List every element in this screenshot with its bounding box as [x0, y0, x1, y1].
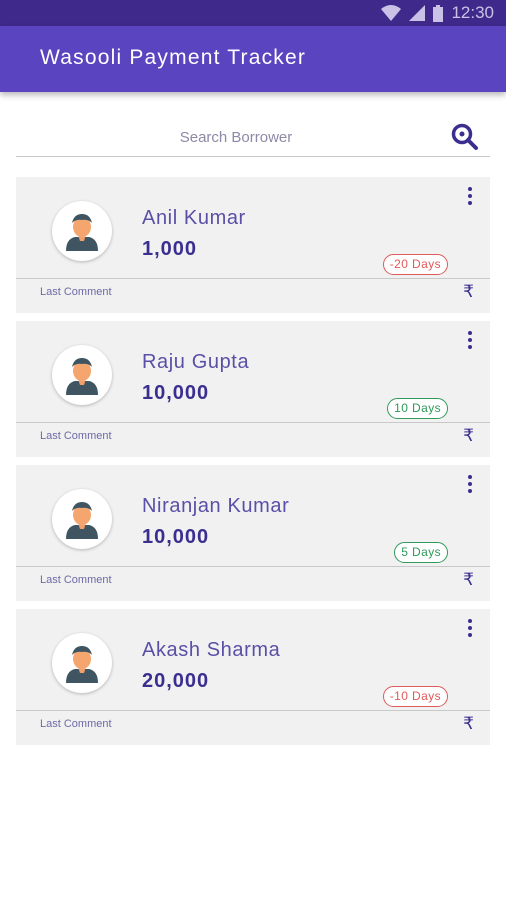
borrower-card[interactable]: Anil Kumar 1,000 -20 Days Last Comment ₹	[16, 177, 490, 313]
status-bar: 12:30	[0, 0, 506, 26]
borrower-amount: 1,000	[142, 238, 198, 260]
borrower-card-header: Anil Kumar 1,000 -20 Days	[16, 177, 490, 279]
search-input[interactable]	[16, 124, 456, 150]
status-time: 12:30	[451, 3, 494, 22]
borrower-card[interactable]: Niranjan Kumar 10,000 5 Days Last Commen…	[16, 465, 490, 601]
search-bar	[16, 118, 490, 157]
rupee-icon[interactable]: ₹	[463, 282, 474, 302]
days-badge: 10 Days	[387, 398, 448, 419]
rupee-icon[interactable]: ₹	[463, 426, 474, 446]
days-badge: 5 Days	[394, 542, 448, 563]
last-comment-label: Last Comment	[40, 574, 112, 586]
avatar	[52, 489, 112, 549]
last-comment-label: Last Comment	[40, 430, 112, 442]
borrower-card[interactable]: Akash Sharma 20,000 -10 Days Last Commen…	[16, 609, 490, 745]
wifi-icon	[381, 5, 402, 21]
days-badge: -10 Days	[382, 686, 448, 707]
borrower-amount: 10,000	[142, 382, 210, 404]
rupee-icon[interactable]: ₹	[463, 570, 474, 590]
borrower-card-header: Akash Sharma 20,000 -10 Days	[16, 609, 490, 711]
borrower-card-header: Raju Gupta 10,000 10 Days	[16, 321, 490, 423]
borrower-card[interactable]: Raju Gupta 10,000 10 Days Last Comment ₹	[16, 321, 490, 457]
borrower-amount: 10,000	[142, 526, 210, 548]
search-icon[interactable]	[450, 122, 480, 152]
days-badge: -20 Days	[382, 254, 448, 275]
rupee-icon[interactable]: ₹	[463, 714, 474, 734]
borrower-name: Niranjan Kumar	[142, 495, 290, 517]
borrower-name: Anil Kumar	[142, 207, 246, 229]
more-options-icon[interactable]	[462, 185, 478, 207]
app-bar: Wasooli Payment Tracker	[0, 26, 506, 92]
signal-icon	[409, 5, 426, 21]
borrower-amount: 20,000	[142, 670, 210, 692]
borrower-name: Akash Sharma	[142, 639, 281, 661]
avatar	[52, 201, 112, 261]
borrower-name: Raju Gupta	[142, 351, 250, 373]
app-title: Wasooli Payment Tracker	[40, 46, 307, 69]
more-options-icon[interactable]	[462, 617, 478, 639]
borrower-card-header: Niranjan Kumar 10,000 5 Days	[16, 465, 490, 567]
borrower-list: Anil Kumar 1,000 -20 Days Last Comment ₹…	[16, 177, 490, 753]
last-comment-label: Last Comment	[40, 286, 112, 298]
status-icons: 12:30	[381, 3, 494, 23]
battery-icon	[433, 4, 444, 22]
more-options-icon[interactable]	[462, 329, 478, 351]
avatar	[52, 345, 112, 405]
avatar	[52, 633, 112, 693]
last-comment-label: Last Comment	[40, 718, 112, 730]
more-options-icon[interactable]	[462, 473, 478, 495]
